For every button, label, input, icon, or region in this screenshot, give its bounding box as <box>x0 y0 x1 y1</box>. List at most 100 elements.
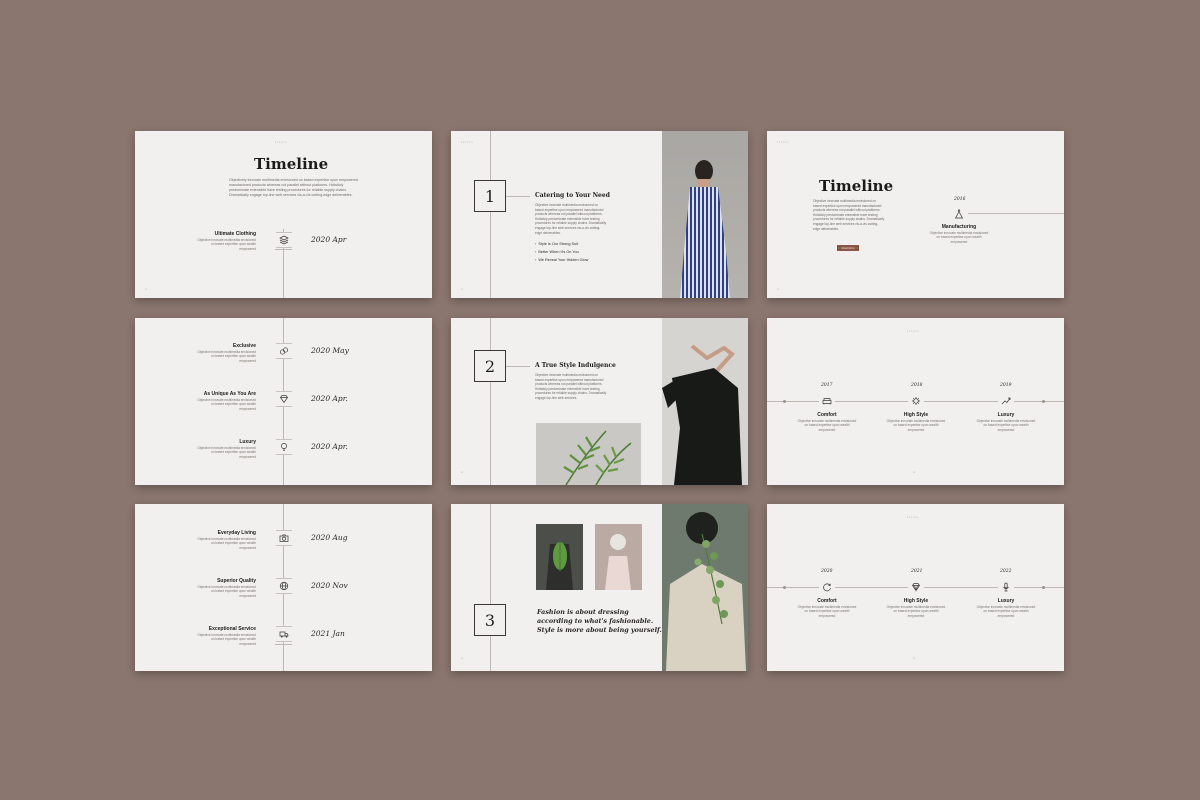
timeline-dot <box>1042 586 1045 589</box>
photo-fern-leaves <box>536 423 641 485</box>
slide-title: Timeline <box>819 177 894 195</box>
black-coat-figure <box>662 344 742 485</box>
quote-line-3: Style is more about being yourself. <box>537 626 662 634</box>
timeline-item-desc: Objective innovate multimedia envisioned… <box>197 350 256 363</box>
section-number-box: 1 <box>474 180 506 212</box>
page-number: ▪▪ <box>461 656 464 660</box>
trend-icon <box>1001 397 1011 405</box>
photo-elderly-woman-portrait <box>595 524 642 590</box>
bullet-item-2: › Better When It's On You <box>535 250 579 254</box>
bullet-item-3: › We Reveal Your Hidden Glow <box>535 258 589 262</box>
timeline-date: 2020 Apr. <box>311 394 348 403</box>
slide-fashion-quote[interactable]: 3 Fashion is about dressing according to… <box>451 504 748 671</box>
vertical-rule <box>490 318 491 485</box>
slide-horizontal-timeline-2020[interactable]: ▪▪▪▪▪▪ 2020 Comfort Objective innovate m… <box>767 504 1064 671</box>
timeline-year: 2022 <box>1000 569 1012 574</box>
timeline-item-desc: Objective innovate multimedia envisioned… <box>197 238 256 251</box>
slide-style-indulgence[interactable]: 2 A True Style Indulgence Objective inno… <box>451 318 748 485</box>
timeline-icon-box <box>276 439 292 455</box>
timeline-item-title: Manufacturing <box>941 224 977 230</box>
slide-body: Objective innovate multimedia envisioned… <box>813 199 885 231</box>
timeline-icon-box <box>276 343 292 359</box>
camera-icon <box>279 534 289 542</box>
timeline-item-title: Luxury <box>997 412 1015 418</box>
timeline-item-title: Superior Quality <box>217 578 256 584</box>
photo-woman-striped-coat <box>662 131 748 298</box>
timeline-item-title: Luxury <box>239 439 256 445</box>
page-number: ▪▪ <box>777 287 780 291</box>
sofa-icon <box>822 398 832 405</box>
timeline-item-title: High Style <box>903 412 929 418</box>
timeline-year: 2020 <box>821 569 833 574</box>
timeline-item-desc: Objective innovate multimedia envisioned… <box>197 398 256 411</box>
slide-title: Timeline <box>254 155 329 173</box>
timeline-item-desc: Objective innovate multimedia envisioned… <box>976 419 1036 432</box>
slide-timeline-exclusive[interactable]: Exclusive Objective innovate multimedia … <box>135 318 432 485</box>
header-tag: ▪▪▪▪▪▪ <box>907 515 920 519</box>
header-tag: ▪▪▪▪▪▪ <box>461 140 474 144</box>
timeline-tick <box>275 249 292 250</box>
mic-icon <box>1003 582 1009 592</box>
timeline-date: 2020 Nov <box>311 581 348 590</box>
timeline-line <box>968 213 1064 214</box>
elderly-woman-illustration <box>605 534 631 590</box>
timeline-icon-box <box>276 391 292 407</box>
lightbulb-icon <box>281 443 287 451</box>
quote-line-1: Fashion is about dressing <box>537 608 629 616</box>
bullet-item-1: › Style Is Our Strong Suit <box>535 242 579 246</box>
layers-icon <box>279 235 289 245</box>
timeline-item-desc: Objective innovate multimedia envisioned… <box>886 419 946 432</box>
timeline-item-desc: Objective innovate multimedia envisioned… <box>976 605 1036 618</box>
slide-horizontal-timeline-2017[interactable]: ▪▪▪▪▪▪ 2017 Comfort Objective innovate m… <box>767 318 1064 485</box>
page-number: ▪▪ <box>913 470 916 474</box>
slide-catering[interactable]: ▪▪▪▪▪▪ 1 Catering to Your Need Objective… <box>451 131 748 298</box>
timeline-item-desc: Objective innovate multimedia envisioned… <box>929 231 989 244</box>
fern-illustration <box>563 430 632 485</box>
timeline-date: 2020 Apr. <box>311 442 348 451</box>
header-tag: ▪▪▪▪▪▪ <box>777 140 790 144</box>
timeline-icon-box <box>276 626 292 642</box>
timeline-item-desc: Objective innovate multimedia envisioned… <box>197 633 256 646</box>
page-number: ▪▪ <box>461 287 464 291</box>
quote-line-2: according to what's fashionable. <box>537 617 654 625</box>
slide-timeline-manufacturing[interactable]: ▪▪▪▪▪▪ Timeline Objective innovate multi… <box>767 131 1064 298</box>
slide-timeline-intro[interactable]: ▪▪▪▪▪▪ Timeline Objectively innovate mul… <box>135 131 432 298</box>
timeline-year: 2018 <box>911 383 923 388</box>
header-tag: ▪▪▪▪▪▪ <box>907 329 920 333</box>
timeline-icon <box>998 393 1014 409</box>
timeline-year: 2019 <box>1000 383 1012 388</box>
timeline-item-title: Exclusive <box>232 343 256 349</box>
truck-icon <box>279 631 289 638</box>
slide-timeline-everyday[interactable]: Everyday Living Objective innovate multi… <box>135 504 432 671</box>
section-body: Objective innovate multimedia envisioned… <box>535 373 607 400</box>
read-more-button[interactable]: Read More <box>837 245 859 251</box>
timeline-item-desc: Objective innovate multimedia envisioned… <box>886 605 946 618</box>
timeline-tick <box>275 644 292 645</box>
timeline-item-desc: Objective innovate multimedia envisioned… <box>797 419 857 432</box>
gem-icon <box>912 583 920 592</box>
timeline-date: 2020 May <box>311 346 349 355</box>
timeline-icon-box <box>276 232 292 248</box>
timeline-item-title: Everyday Living <box>217 530 256 536</box>
timeline-date: 2020 Apr <box>311 235 347 244</box>
timeline-item-desc: Objective innovate multimedia envisioned… <box>797 605 857 618</box>
eucalyptus-figure <box>666 512 746 671</box>
timeline-date: 2020 Aug <box>311 533 348 542</box>
timeline-dot <box>1042 400 1045 403</box>
vertical-rule <box>490 504 491 671</box>
refresh-icon <box>823 583 831 592</box>
section-number-box: 2 <box>474 350 506 382</box>
timeline-year: 2021 <box>911 569 923 574</box>
timeline-icon-box <box>276 578 292 594</box>
timeline-icon <box>908 579 924 595</box>
timeline-date: 2021 Jan <box>311 629 345 638</box>
timeline-icon <box>951 206 967 222</box>
timeline-item-title: Ultimate Clothing <box>214 231 256 237</box>
page-number: ▪▪ <box>145 287 148 291</box>
timeline-dot <box>783 400 786 403</box>
timeline-year: 2016 <box>954 197 966 202</box>
timeline-icon <box>819 393 835 409</box>
timeline-item-desc: Objective innovate multimedia envisioned… <box>197 585 256 598</box>
vertical-rule <box>490 131 491 298</box>
section-body: Objective innovate multimedia envisioned… <box>535 203 607 235</box>
